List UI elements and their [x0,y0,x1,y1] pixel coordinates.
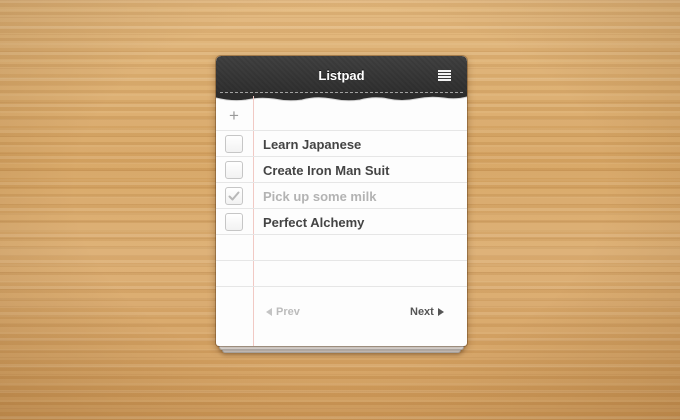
item-label: Pick up some milk [263,189,377,204]
list-item[interactable]: Create Iron Man Suit [216,157,467,183]
empty-row [216,261,467,287]
item-label: Create Iron Man Suit [263,163,390,178]
list-item[interactable]: Learn Japanese [216,131,467,157]
prev-button[interactable]: Prev [266,306,300,318]
item-checkbox[interactable] [225,187,243,205]
hamburger-menu-icon[interactable] [438,70,451,81]
listpad-widget: Listpad + Learn Japanese Create Iron Man… [216,56,467,353]
listpad-card: Listpad + Learn Japanese Create Iron Man… [216,56,467,346]
item-checkbox[interactable] [225,135,243,153]
right-triangle-icon [437,308,444,316]
left-triangle-icon [266,308,272,316]
list-item[interactable]: Pick up some milk [216,183,467,209]
item-label: Perfect Alchemy [263,215,365,230]
new-item-row: + [216,104,467,131]
header-stitching [220,92,463,93]
app-title: Listpad [318,68,365,83]
plus-icon[interactable]: + [225,107,243,125]
item-checkbox[interactable] [225,161,243,179]
item-checkbox[interactable] [225,213,243,231]
checkmark-icon [228,191,240,201]
next-label: Next [410,306,434,318]
app-header: Listpad [216,56,467,96]
list-item[interactable]: Perfect Alchemy [216,209,467,235]
next-button[interactable]: Next [410,306,444,318]
new-item-input[interactable] [260,108,456,126]
item-label: Learn Japanese [263,137,362,152]
empty-row [216,235,467,261]
prev-label: Prev [276,306,300,318]
